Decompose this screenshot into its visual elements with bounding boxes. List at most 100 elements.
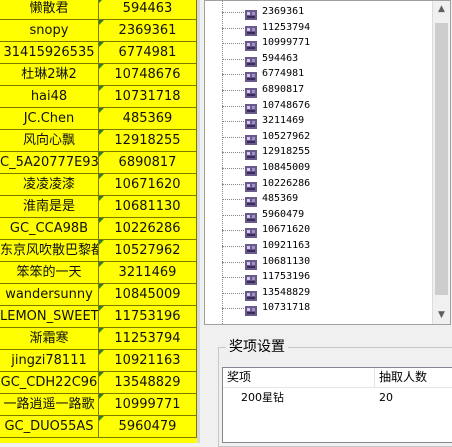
id-cell[interactable]: 10731718	[99, 86, 197, 108]
name-cell[interactable]: 渐霜寒	[0, 328, 99, 350]
tree-item[interactable]: 2369361	[222, 5, 432, 20]
user-node-icon	[244, 178, 258, 192]
sheet-row: 淮南是是 10681130	[0, 196, 197, 218]
id-cell[interactable]: 10999771	[99, 394, 197, 416]
name-cell[interactable]: 东京风吹散巴黎都	[0, 240, 99, 262]
id-cell[interactable]: 12918255	[99, 130, 197, 152]
sheet-row: 渐霜寒 11253794	[0, 328, 197, 350]
name-cell[interactable]: hai48	[0, 86, 99, 108]
tree-item[interactable]: 6774981	[222, 67, 432, 83]
name-cell[interactable]: 笨笨的一天	[0, 262, 99, 284]
tree-item-label: 6774981	[262, 68, 305, 80]
name-cell[interactable]: 杜琳2琳2	[0, 64, 99, 86]
sheet-row: snopy 2369361	[0, 20, 197, 42]
prize-row[interactable]: 200星钻 20	[223, 389, 452, 406]
name-cell[interactable]: GC_DUO55AS	[0, 416, 99, 438]
id-cell[interactable]: 3211469	[99, 262, 197, 284]
name-cell[interactable]: 淮南是是	[0, 196, 99, 218]
tree-item[interactable]: 10731718	[222, 301, 432, 317]
tree-branch-line	[222, 152, 244, 154]
id-cell[interactable]: 10226286	[99, 218, 197, 240]
tree-item[interactable]: 6890817	[222, 83, 432, 98]
tree-item[interactable]: 10999771	[222, 36, 432, 52]
tree-item-label: 2369361	[262, 6, 305, 17]
tree-item[interactable]: 5960479	[222, 208, 432, 223]
id-cell[interactable]: 10748676	[99, 64, 197, 86]
name-cell[interactable]: 凌凌凌漆	[0, 174, 99, 196]
id-cell[interactable]: 10527962	[99, 240, 197, 262]
sheet-row: GC_DUO55AS 5960479	[0, 416, 197, 438]
tree-item[interactable]: 485369	[222, 192, 432, 208]
user-node-icon	[244, 240, 258, 254]
number-as-text-indicator-icon	[99, 64, 104, 69]
id-cell[interactable]: 10681130	[99, 196, 197, 218]
tree-item[interactable]: 10527962	[222, 130, 432, 145]
id-cell[interactable]: 5960479	[99, 416, 197, 438]
name-cell[interactable]: 一路逍遥一路歌	[0, 394, 99, 416]
number-as-text-indicator-icon	[99, 42, 104, 47]
name-cell[interactable]: C_5A20777E93E	[0, 152, 99, 174]
tree-item[interactable]: 594463	[222, 52, 432, 67]
name-cell[interactable]: snopy	[0, 20, 99, 42]
id-cell[interactable]: 6774981	[99, 42, 197, 64]
participant-tree[interactable]: ▲ ▼ 2369361 11253794 10999771 594463 6774981…	[204, 0, 451, 325]
id-cell[interactable]: 10671620	[99, 174, 197, 196]
number-as-text-indicator-icon	[99, 20, 104, 25]
name-cell[interactable]: jingzi78111	[0, 350, 99, 372]
tree-item[interactable]: 12918255	[222, 145, 432, 161]
tree-item[interactable]: 10845009	[222, 161, 432, 176]
number-as-text-indicator-icon	[99, 218, 104, 223]
user-node-icon	[244, 162, 258, 176]
prize-name: 200星钻	[241, 391, 284, 404]
tree-item[interactable]: 3211469	[222, 114, 432, 130]
tree-item[interactable]: 10681130	[222, 255, 432, 270]
prize-list[interactable]: 奖项 抽取人数 200星钻 20	[222, 367, 452, 443]
user-node-icon	[244, 146, 258, 161]
number-as-text-indicator-icon	[99, 152, 104, 157]
id-cell[interactable]: 11253794	[99, 328, 197, 350]
user-node-icon	[244, 302, 258, 317]
tree-item-label: 10921163	[262, 240, 311, 251]
sheet-row: 笨笨的一天 3211469	[0, 262, 197, 284]
id-cell[interactable]: 10845009	[99, 284, 197, 306]
name-cell[interactable]: GC_CDH22C96	[0, 372, 99, 394]
tree-item[interactable]: 10921163	[222, 239, 432, 254]
sheet-row: JC.Chen 485369	[0, 108, 197, 130]
name-cell[interactable]: GC_CCA98B	[0, 218, 99, 240]
user-node-icon	[244, 193, 258, 208]
id-cell[interactable]: 11753196	[99, 306, 197, 328]
tree-item-label: 10681130	[262, 255, 311, 267]
tree-item[interactable]: 10748676	[222, 99, 432, 114]
tree-branch-line	[222, 58, 244, 60]
name-cell[interactable]: 懒散君	[0, 0, 99, 20]
id-cell[interactable]: 485369	[99, 108, 197, 130]
spreadsheet: 懒散君 594463 snopy 2369361 31415926535 6774981 杜…	[0, 0, 197, 443]
column-header-count[interactable]: 抽取人数	[375, 368, 452, 387]
name-cell[interactable]: LEMON_SWEET	[0, 306, 99, 328]
tree-vertical-scrollbar[interactable]: ▲ ▼	[432, 1, 450, 324]
tree-item[interactable]: 11753196	[222, 270, 432, 286]
id-cell[interactable]: 6890817	[99, 152, 197, 174]
id-cell[interactable]: 13548829	[99, 372, 197, 394]
scroll-up-button[interactable]: ▲	[433, 1, 450, 18]
tree-item[interactable]: 13548829	[222, 286, 432, 301]
id-cell[interactable]: 2369361	[99, 20, 197, 42]
column-header-prize[interactable]: 奖项	[223, 368, 375, 387]
id-cell[interactable]: 10921163	[99, 350, 197, 372]
name-cell[interactable]: 风向心飘	[0, 130, 99, 152]
tree-item[interactable]: 10671620	[222, 223, 432, 239]
user-node-icon	[244, 100, 258, 114]
name-cell[interactable]: JC.Chen	[0, 108, 99, 130]
scroll-down-button[interactable]: ▼	[433, 307, 450, 324]
tree-item[interactable]: 11253794	[222, 21, 432, 36]
tree-branch-line	[222, 246, 244, 247]
number-as-text-indicator-icon	[99, 130, 104, 135]
name-cell[interactable]: wandersunny	[0, 284, 99, 306]
tree-branch-line	[222, 277, 244, 279]
scroll-thumb[interactable]	[435, 23, 448, 295]
name-cell[interactable]: 31415926535	[0, 42, 99, 64]
id-cell[interactable]: 594463	[99, 0, 197, 20]
prize-settings-title: 奖项设置	[226, 338, 288, 356]
tree-item[interactable]: 10226286	[222, 177, 432, 192]
sheet-row: 风向心飘 12918255	[0, 130, 197, 152]
